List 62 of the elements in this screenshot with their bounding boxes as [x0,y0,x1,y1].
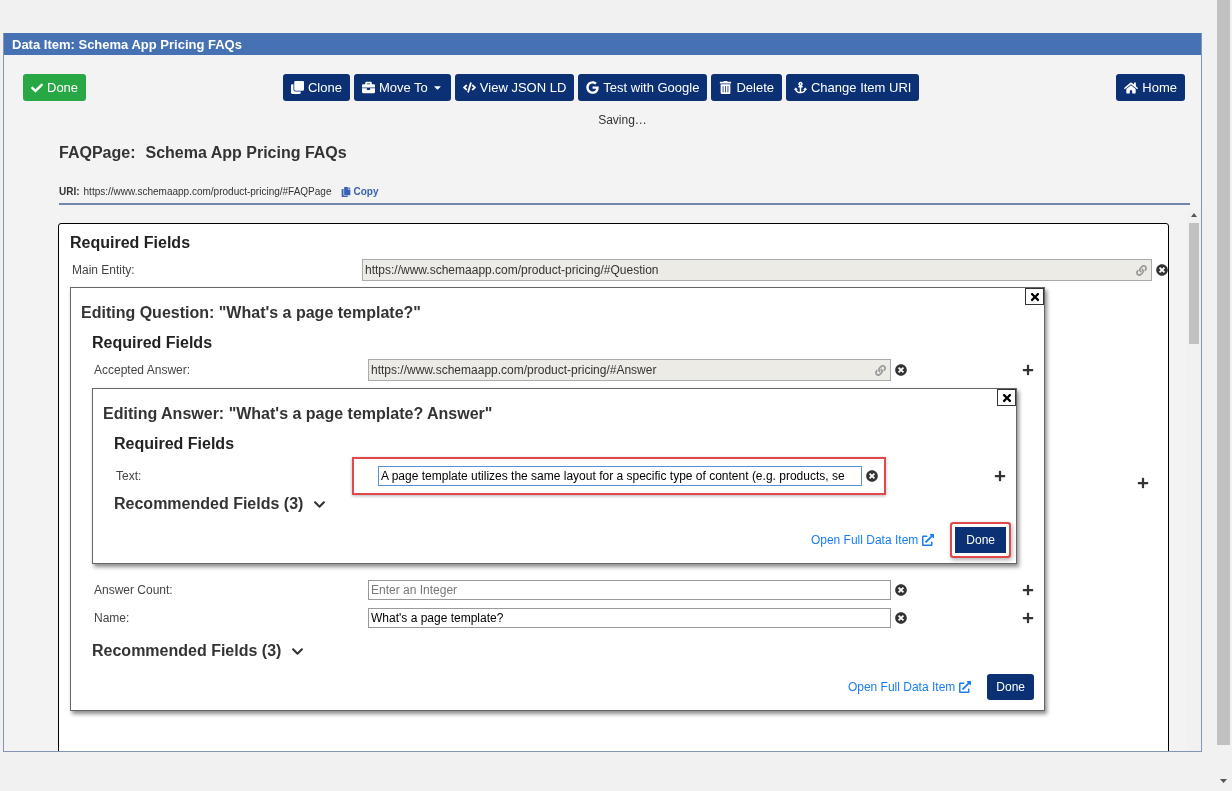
clear-icon[interactable] [895,584,907,596]
briefcase-icon [361,81,375,94]
close-button[interactable] [997,389,1016,406]
item-type: FAQPage: [59,144,136,162]
close-icon [1028,290,1041,303]
external-link-icon [922,534,935,546]
clear-icon[interactable] [1156,264,1168,276]
toolbar-button[interactable]: View JSON LD [454,74,575,101]
field-label: Text: [115,469,143,483]
done-button[interactable]: Done [950,522,1011,558]
clear-icon[interactable] [895,612,907,624]
clear-icon[interactable] [895,364,907,376]
dialog-title: Editing Question: "What's a page template?" [81,304,422,322]
toolbar-button[interactable]: Delete [711,74,782,101]
close-icon [1000,391,1013,404]
link-field[interactable]: https://www.schemaapp.com/product-pricing/#Answer [368,359,891,381]
dialog-title: Editing Answer: "What's a page template? Answer" [103,405,494,423]
field-label: Name: [93,611,131,625]
copy-icon [341,186,352,197]
home-button[interactable]: Home [1116,74,1185,101]
recommended-fields-toggle[interactable]: Recommended Fields (3) [92,642,305,660]
input-field[interactable]: Enter an Integer [368,580,891,600]
section-heading: Required Fields [92,334,214,352]
open-full-link[interactable]: Open Full Data Item [810,533,935,547]
toolbar-button[interactable]: Change Item URI [786,74,920,101]
copy-icon [290,81,304,94]
uri-text: https://www.schemaapp.com/product-pricing/#FAQPage [83,186,332,197]
g-letter-icon [586,81,600,94]
copy-link[interactable]: Copy [341,186,379,197]
section-heading: Required Fields [114,435,236,453]
check-icon [31,81,43,94]
panel-title: Data Item: Schema App Pricing FAQs [4,33,1201,55]
link-icon [1136,264,1147,276]
anchor-icon [794,81,807,94]
recommended-fields-toggle[interactable]: Recommended Fields (3) [114,495,327,513]
uri-label: URI: [59,186,80,197]
add-icon[interactable] [994,470,1006,482]
field-label: Accepted Answer: [93,363,192,377]
add-icon[interactable] [1022,364,1034,376]
input-field[interactable]: A page template utilizes the same layout for a specific type of content (e.g. products, se [378,466,862,486]
toolbar-button[interactable]: Move To [353,74,451,101]
status-text: Saving… [597,113,648,127]
home-icon [1124,80,1139,95]
clear-icon[interactable] [866,470,878,482]
link-icon [875,364,886,376]
item-name: Schema App Pricing FAQs [145,144,347,162]
external-link-icon [959,681,972,693]
toolbar-button[interactable]: Clone [282,74,350,101]
add-icon[interactable] [1022,584,1034,596]
field-label: Answer Count: [93,583,174,597]
add-icon[interactable] [1137,477,1149,489]
close-button[interactable] [1025,288,1044,305]
add-icon[interactable] [1022,612,1034,624]
toolbar-button[interactable]: Test with Google [578,74,708,101]
done-button[interactable]: Done [987,674,1034,700]
input-field[interactable]: What's a page template? [368,608,891,628]
section-heading: Required Fields [70,234,192,252]
field-label: Main Entity: [71,263,136,277]
trash-icon [719,81,733,94]
code-icon [462,81,476,94]
link-field[interactable]: https://www.schemaapp.com/product-pricing/#Question [362,259,1152,281]
open-full-link[interactable]: Open Full Data Item [847,680,972,694]
